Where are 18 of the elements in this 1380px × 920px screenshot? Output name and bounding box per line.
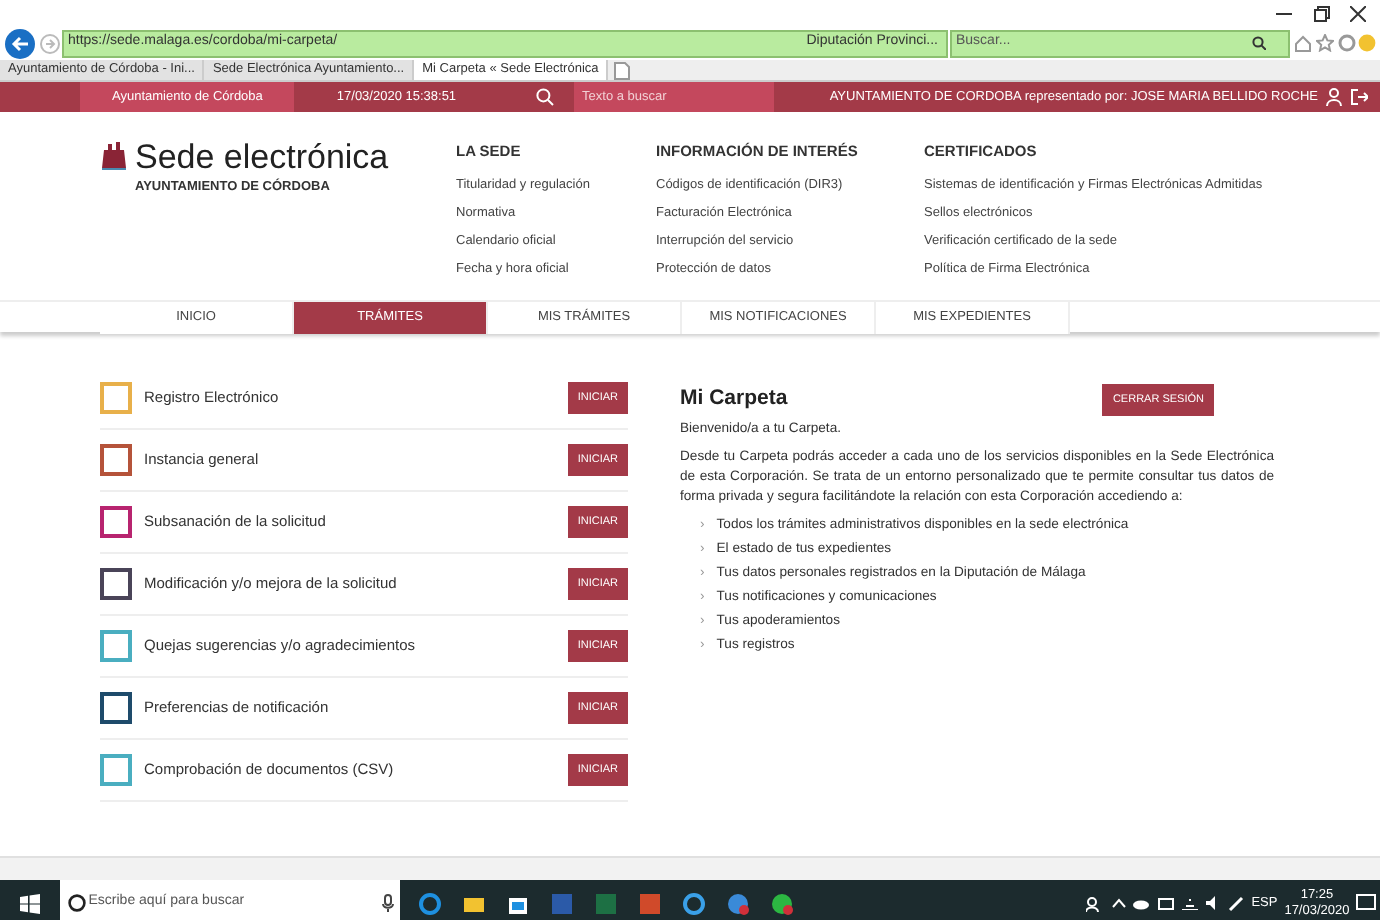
restore-icon[interactable]	[1313, 5, 1329, 21]
back-icon[interactable]	[3, 27, 36, 59]
new-tab-icon[interactable]	[614, 62, 631, 80]
search-icon	[1252, 36, 1267, 50]
home-icon[interactable]	[1294, 34, 1312, 52]
panel-title: Mi Carpeta	[680, 384, 788, 415]
chevron-up-icon[interactable]	[1111, 898, 1126, 908]
cloud-icon[interactable]	[1132, 897, 1151, 909]
coat-of-arms-icon	[100, 140, 128, 172]
site-title: Sede electrónica	[135, 140, 389, 174]
user-icon[interactable]	[1326, 88, 1342, 106]
logout-icon[interactable]	[1350, 88, 1368, 106]
windows-start-icon[interactable]	[20, 893, 40, 913]
close-icon[interactable]	[1350, 5, 1366, 21]
microphone-icon	[381, 894, 393, 912]
favorites-icon[interactable]	[1315, 34, 1334, 52]
people-icon[interactable]	[1086, 895, 1105, 911]
search-icon[interactable]	[536, 88, 555, 106]
